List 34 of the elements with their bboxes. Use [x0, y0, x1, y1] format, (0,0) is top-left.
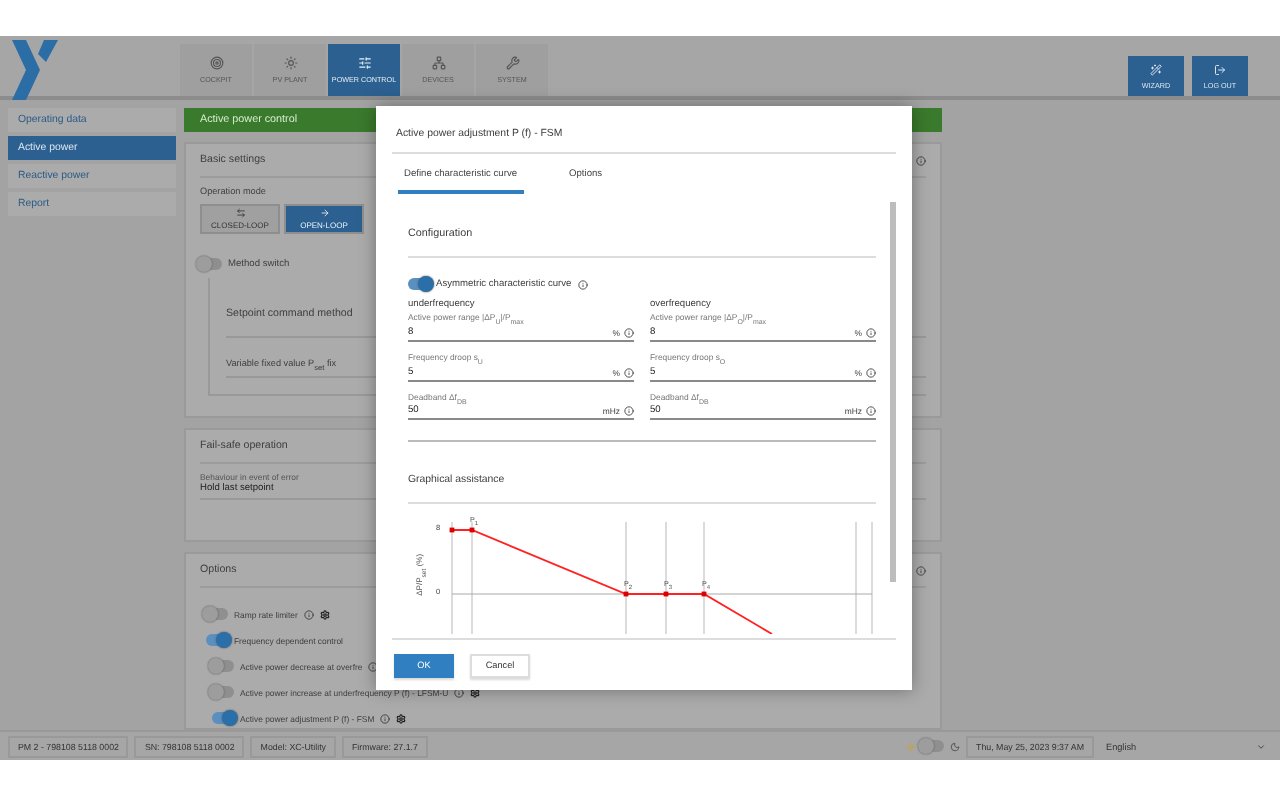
- toggle-switch[interactable]: [206, 608, 228, 620]
- arrow-icon: [319, 208, 329, 218]
- wand-icon: [1150, 63, 1162, 75]
- info-icon[interactable]: [454, 687, 465, 697]
- two-arrows-icon: [235, 208, 245, 218]
- info-icon[interactable]: [577, 279, 588, 289]
- target-icon: [209, 56, 223, 70]
- sun-icon: [906, 741, 917, 751]
- info-icon[interactable]: [624, 406, 634, 417]
- moon-icon: [950, 741, 961, 751]
- toggle-switch[interactable]: [206, 634, 228, 646]
- wrench-icon: [505, 56, 519, 70]
- theme-switch[interactable]: [922, 740, 945, 752]
- logout-icon: [1214, 63, 1226, 75]
- sliders-icon: [357, 56, 371, 70]
- settings-icon[interactable]: [470, 687, 481, 697]
- info-icon[interactable]: [866, 367, 876, 378]
- caret-icon: [1256, 741, 1266, 751]
- scrollbar-thumb[interactable]: [890, 202, 896, 582]
- sun-icon: [283, 56, 297, 70]
- info-icon[interactable]: [866, 327, 876, 338]
- settings-icon[interactable]: [396, 713, 407, 723]
- info-icon[interactable]: [624, 327, 634, 338]
- toggle-switch[interactable]: [408, 278, 430, 290]
- toggle-switch[interactable]: [212, 686, 234, 698]
- settings-icon[interactable]: [319, 609, 330, 619]
- toggle-switch[interactable]: [212, 660, 234, 672]
- info-icon[interactable]: [368, 661, 379, 671]
- info-icon[interactable]: [624, 367, 634, 378]
- logo-icon: [8, 40, 64, 100]
- toggle-switch[interactable]: [212, 712, 234, 724]
- info-icon[interactable]: [866, 406, 876, 417]
- toggle-switch[interactable]: [200, 258, 222, 270]
- hierarchy-icon: [431, 56, 445, 70]
